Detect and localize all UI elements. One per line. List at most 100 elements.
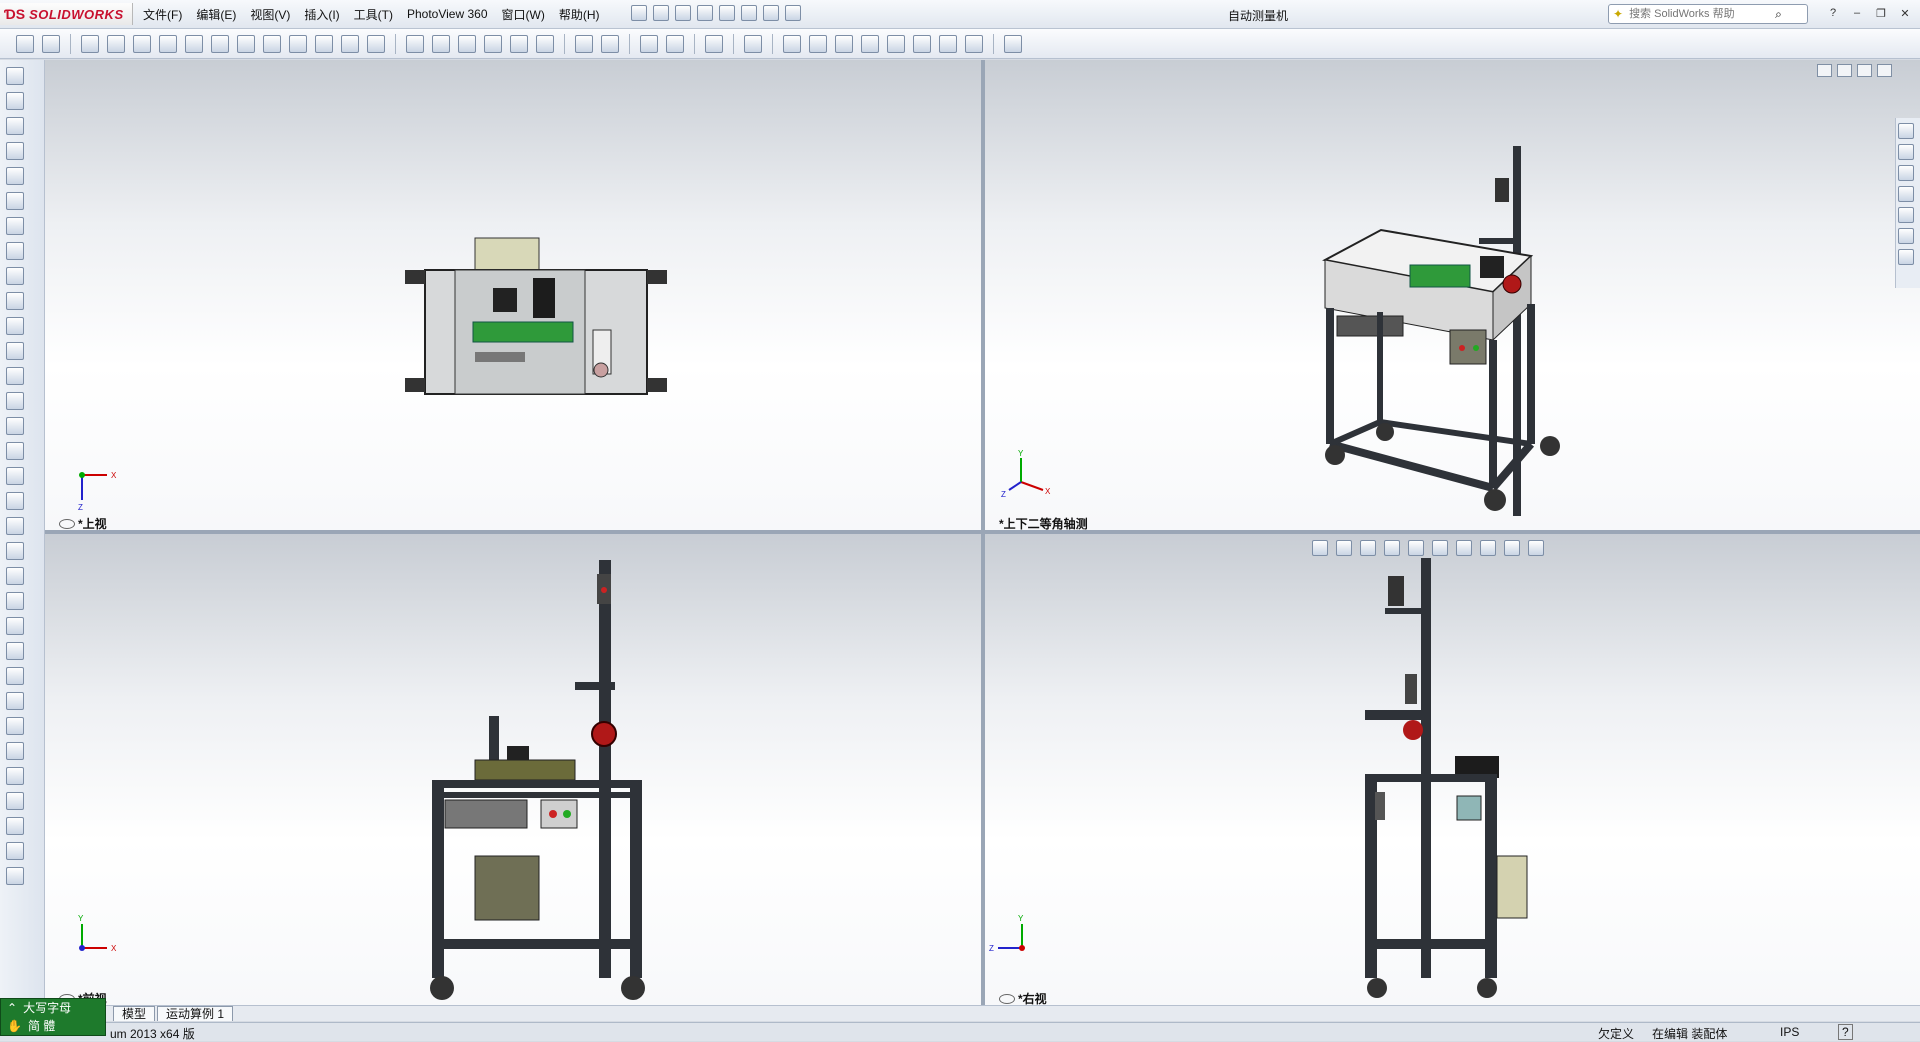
measure-tool-icon[interactable] — [6, 542, 24, 560]
search-icon[interactable]: ⌕ — [1775, 7, 1782, 22]
zoom-to-fit-icon[interactable] — [1312, 540, 1328, 556]
options-icon[interactable] — [785, 5, 801, 21]
instant3d-icon[interactable] — [6, 367, 24, 385]
menu-edit[interactable]: 编辑(E) — [189, 6, 243, 23]
exploded-view-icon[interactable] — [6, 317, 24, 335]
section-view-icon[interactable] — [1384, 540, 1400, 556]
help-search-input[interactable] — [1627, 7, 1772, 21]
restore-icon[interactable]: ❐ — [1872, 4, 1890, 22]
menu-tools[interactable]: 工具(T) — [347, 6, 400, 23]
print-icon[interactable] — [697, 5, 713, 21]
undo-icon[interactable] — [719, 5, 735, 21]
viewport-right[interactable]: Z Y *右视 — [985, 534, 1920, 1005]
performance-evaluation-icon[interactable] — [6, 742, 24, 760]
single-view-icon[interactable] — [1817, 64, 1832, 77]
mass-properties-icon[interactable] — [6, 592, 24, 610]
quick-snaps-icon[interactable] — [640, 34, 658, 53]
tab-model[interactable]: 模型 — [113, 1006, 156, 1021]
menu-window[interactable]: 窗口(W) — [495, 6, 552, 23]
rebuild-icon[interactable] — [763, 5, 779, 21]
view-back-icon[interactable] — [809, 34, 827, 53]
sketch-icon[interactable] — [16, 34, 34, 53]
ime-status[interactable]: 简 體 — [28, 1017, 55, 1035]
previous-view-icon[interactable] — [1360, 540, 1376, 556]
design-library-icon[interactable] — [1898, 165, 1914, 181]
clearance-verification-icon[interactable] — [6, 492, 24, 510]
circle-icon[interactable] — [159, 34, 177, 53]
fillet-icon[interactable] — [263, 34, 281, 53]
view-bottom-icon[interactable] — [913, 34, 931, 53]
offset-icon[interactable] — [458, 34, 476, 53]
assembly-features-icon[interactable] — [6, 217, 24, 235]
trim-icon[interactable] — [406, 34, 424, 53]
menu-file[interactable]: 文件(F) — [136, 6, 189, 23]
check-active-document-icon[interactable] — [6, 817, 24, 835]
viewport-splitter-horizontal[interactable] — [45, 530, 1920, 534]
measure-icon[interactable] — [1004, 34, 1022, 53]
minimize-icon[interactable]: – — [1848, 4, 1866, 22]
tab-motion-study[interactable]: 运动算例 1 — [157, 1006, 234, 1021]
design-checker-icon[interactable] — [6, 867, 24, 885]
view-front-icon[interactable] — [783, 34, 801, 53]
move-entities-icon[interactable] — [536, 34, 554, 53]
file-explorer-icon[interactable] — [1898, 186, 1914, 202]
rectangle-icon[interactable] — [107, 34, 125, 53]
update-speedpak-icon[interactable] — [6, 392, 24, 410]
take-snapshot-icon[interactable] — [6, 417, 24, 435]
reference-geometry-icon[interactable] — [6, 242, 24, 260]
ime-mode[interactable]: 大写字母 — [23, 999, 71, 1017]
rapid-sketch-icon[interactable] — [666, 34, 684, 53]
sensor-icon[interactable] — [6, 642, 24, 660]
save-icon[interactable] — [675, 5, 691, 21]
help-menu-icon[interactable]: ? — [1824, 4, 1842, 22]
line-icon[interactable] — [81, 34, 99, 53]
relations-icon[interactable] — [575, 34, 593, 53]
mate-icon[interactable] — [6, 92, 24, 110]
two-view-icon[interactable] — [1837, 64, 1852, 77]
open-folder-icon[interactable] — [653, 5, 669, 21]
ellipse-icon[interactable] — [237, 34, 255, 53]
costing-icon[interactable] — [6, 842, 24, 860]
slot-icon[interactable] — [133, 34, 151, 53]
menu-photoview[interactable]: PhotoView 360 — [400, 7, 495, 21]
insert-component-icon[interactable] — [6, 67, 24, 85]
point-icon[interactable] — [315, 34, 333, 53]
polygon-icon[interactable] — [289, 34, 307, 53]
convert-entities-icon[interactable] — [432, 34, 450, 53]
menu-help[interactable]: 帮助(H) — [552, 6, 607, 23]
edit-appearance-icon[interactable] — [1480, 540, 1496, 556]
view-isometric-icon[interactable] — [939, 34, 957, 53]
smart-fasteners-icon[interactable] — [6, 142, 24, 160]
view-left-icon[interactable] — [835, 34, 853, 53]
view-orientation-icon[interactable] — [1408, 540, 1424, 556]
move-component-icon[interactable] — [6, 167, 24, 185]
normal-to-icon[interactable] — [744, 34, 762, 53]
large-assembly-icon[interactable] — [6, 442, 24, 460]
bill-of-materials-icon[interactable] — [6, 292, 24, 310]
close-viewport-icon[interactable] — [1877, 64, 1892, 77]
view-right-icon[interactable] — [861, 34, 879, 53]
menu-insert[interactable]: 插入(I) — [297, 6, 346, 23]
sum-icon[interactable] — [6, 717, 24, 735]
markup-icon[interactable] — [6, 567, 24, 585]
view-trimetric-icon[interactable] — [965, 34, 983, 53]
section-properties-icon[interactable] — [6, 617, 24, 635]
repair-sketch-icon[interactable] — [601, 34, 619, 53]
instant2d-icon[interactable] — [705, 34, 723, 53]
display-style-icon[interactable] — [1432, 540, 1448, 556]
text-icon[interactable] — [367, 34, 385, 53]
viewport-front[interactable]: X Y *前视 — [45, 534, 981, 1005]
explode-line-icon[interactable] — [6, 342, 24, 360]
hole-alignment-icon[interactable] — [6, 517, 24, 535]
hide-show-items-icon[interactable] — [1456, 540, 1472, 556]
check-icon[interactable] — [6, 692, 24, 710]
view-top-icon[interactable] — [887, 34, 905, 53]
minimize-viewport-icon[interactable] — [1857, 64, 1872, 77]
warning-icon[interactable] — [6, 767, 24, 785]
status-help[interactable]: ? — [1838, 1024, 1853, 1040]
arc-icon[interactable] — [185, 34, 203, 53]
select-arrow-icon[interactable] — [741, 5, 757, 21]
interference-detection-icon[interactable] — [6, 467, 24, 485]
viewport-top[interactable]: X Z *上视 — [45, 60, 981, 530]
appearances-icon[interactable] — [1898, 228, 1914, 244]
